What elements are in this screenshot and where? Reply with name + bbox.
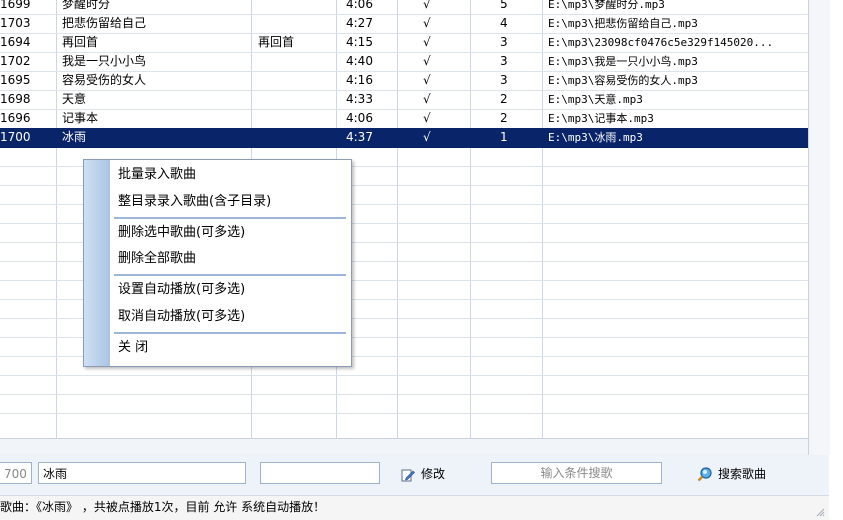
cell-auto: √ [423,0,431,11]
song-manager-window: 1699 梦醒时分 4:06 √ 5 E:\mp3\梦醒时分.mp3 1703 把悲伤留给自己… [0,0,830,520]
cell-id: 1702 [0,54,31,68]
cell-singer [258,52,333,71]
menu-icon-strip [84,160,110,366]
cell-path: E:\mp3\梦醒时分.mp3 [548,0,665,11]
table-row[interactable]: 1702 我是一只小小鸟 4:40 √ 3 E:\mp3\我是一只小小鸟.mp3 [0,52,808,72]
cell-auto: √ [423,35,431,49]
horizontal-scrollbar[interactable] [0,438,808,456]
cell-singer [258,109,333,128]
cell-singer [258,128,333,147]
cell-plays: 2 [500,111,508,125]
empty-table-row[interactable] [0,375,808,395]
cell-singer [258,14,333,33]
menu-item-delete-selected[interactable]: 删除选中歌曲(可多选) [118,222,245,244]
cell-title: 记事本 [62,111,99,125]
table-row[interactable]: 1699 梦醒时分 4:06 √ 5 E:\mp3\梦醒时分.mp3 [0,0,808,15]
table-row[interactable]: 1700 冰雨 4:37 √ 1 E:\mp3\冰雨.mp3 [0,128,808,148]
cell-plays: 3 [500,35,508,49]
cell-path: E:\mp3\冰雨.mp3 [548,131,643,144]
cell-title: 天意 [62,92,87,106]
cell-id: 1698 [0,92,31,106]
cell-singer: 再回首 [258,35,295,49]
menu-item-import-directory[interactable]: 整目录录入歌曲(含子目录) [118,191,271,213]
cell-duration: 4:06 [346,0,373,11]
cell-title: 梦醒时分 [62,0,111,11]
cell-path: E:\mp3\容易受伤的女人.mp3 [548,74,698,87]
cell-id: 1703 [0,16,31,30]
cell-duration: 4:37 [346,130,373,144]
cell-singer [258,71,333,90]
cell-path: E:\mp3\记事本.mp3 [548,112,654,125]
cell-duration: 4:40 [346,54,373,68]
menu-item-batch-import[interactable]: 批量录入歌曲 [118,164,196,186]
cell-plays: 5 [500,0,508,11]
cell-auto: √ [423,111,431,125]
menu-separator [114,274,346,276]
status-bar: 歌曲：《冰雨》 ，共被点播放1次，目前 允许 系统自动播放！ [0,495,829,520]
search-songs-button[interactable]: 搜索歌曲 [697,463,766,485]
cell-plays: 3 [500,73,508,87]
cell-title: 我是一只小小鸟 [62,54,147,68]
cell-plays: 2 [500,92,508,106]
vertical-scrollbar[interactable] [808,0,830,455]
song-title-field[interactable]: 冰雨 [38,462,246,484]
resize-grip-icon[interactable] [815,507,825,517]
cell-id: 1694 [0,35,31,49]
status-text: 歌曲：《冰雨》 ，共被点播放1次，目前 允许 系统自动播放！ [0,500,326,514]
cell-path: E:\mp3\把悲伤留给自己.mp3 [548,17,698,30]
song-id-field[interactable]: 700 [0,462,32,484]
cell-duration: 4:16 [346,73,373,87]
cell-plays: 1 [500,130,508,144]
cell-title: 容易受伤的女人 [62,73,147,87]
menu-separator [114,217,346,219]
cell-auto: √ [423,73,431,87]
table-row[interactable]: 1703 把悲伤留给自己 4:27 √ 4 E:\mp3\把悲伤留给自己.mp3 [0,14,808,34]
table-row[interactable]: 1695 容易受伤的女人 4:16 √ 3 E:\mp3\容易受伤的女人.mp3 [0,71,808,91]
cell-singer [258,90,333,109]
menu-item-disable-autoplay[interactable]: 取消自动播放(可多选) [118,306,245,328]
cell-plays: 4 [500,16,508,30]
menu-separator [114,332,346,334]
cell-singer [258,0,333,14]
cell-duration: 4:33 [346,92,373,106]
menu-item-delete-all[interactable]: 删除全部歌曲 [118,248,196,270]
menu-item-close[interactable]: 关 闭 [118,337,148,359]
cell-auto: √ [423,16,431,30]
pencil-icon [401,469,415,481]
modify-button[interactable]: 修改 [401,463,445,485]
cell-path: E:\mp3\23098cf0476c5e329f145020... [548,36,774,49]
cell-auto: √ [423,54,431,68]
search-input[interactable]: 输入条件搜歌 [491,462,662,484]
cell-path: E:\mp3\我是一只小小鸟.mp3 [548,55,698,68]
cell-duration: 4:06 [346,111,373,125]
cell-id: 1699 [0,0,31,11]
singer-field[interactable] [260,462,380,484]
cell-title: 把悲伤留给自己 [62,16,147,30]
search-songs-label: 搜索歌曲 [718,467,767,481]
cell-title: 冰雨 [62,130,87,144]
menu-item-enable-autoplay[interactable]: 设置自动播放(可多选) [118,279,245,301]
search-icon [697,467,712,482]
context-menu: 批量录入歌曲 整目录录入歌曲(含子目录) 删除选中歌曲(可多选) 删除全部歌曲 … [83,159,352,367]
cell-auto: √ [423,130,431,144]
table-row[interactable]: 1698 天意 4:33 √ 2 E:\mp3\天意.mp3 [0,90,808,110]
cell-id: 1700 [0,130,31,144]
cell-id: 1696 [0,111,31,125]
cell-auto: √ [423,92,431,106]
modify-label: 修改 [421,467,446,481]
cell-plays: 3 [500,54,508,68]
cell-path: E:\mp3\天意.mp3 [548,93,643,106]
cell-id: 1695 [0,73,31,87]
table-row[interactable]: 1696 记事本 4:06 √ 2 E:\mp3\记事本.mp3 [0,109,808,129]
cell-duration: 4:15 [346,35,373,49]
cell-duration: 4:27 [346,16,373,30]
empty-table-row[interactable] [0,394,808,414]
table-row[interactable]: 1694 再回首 再回首 4:15 √ 3 E:\mp3\23098cf0476c5e329… [0,33,808,53]
cell-title: 再回首 [62,35,99,49]
